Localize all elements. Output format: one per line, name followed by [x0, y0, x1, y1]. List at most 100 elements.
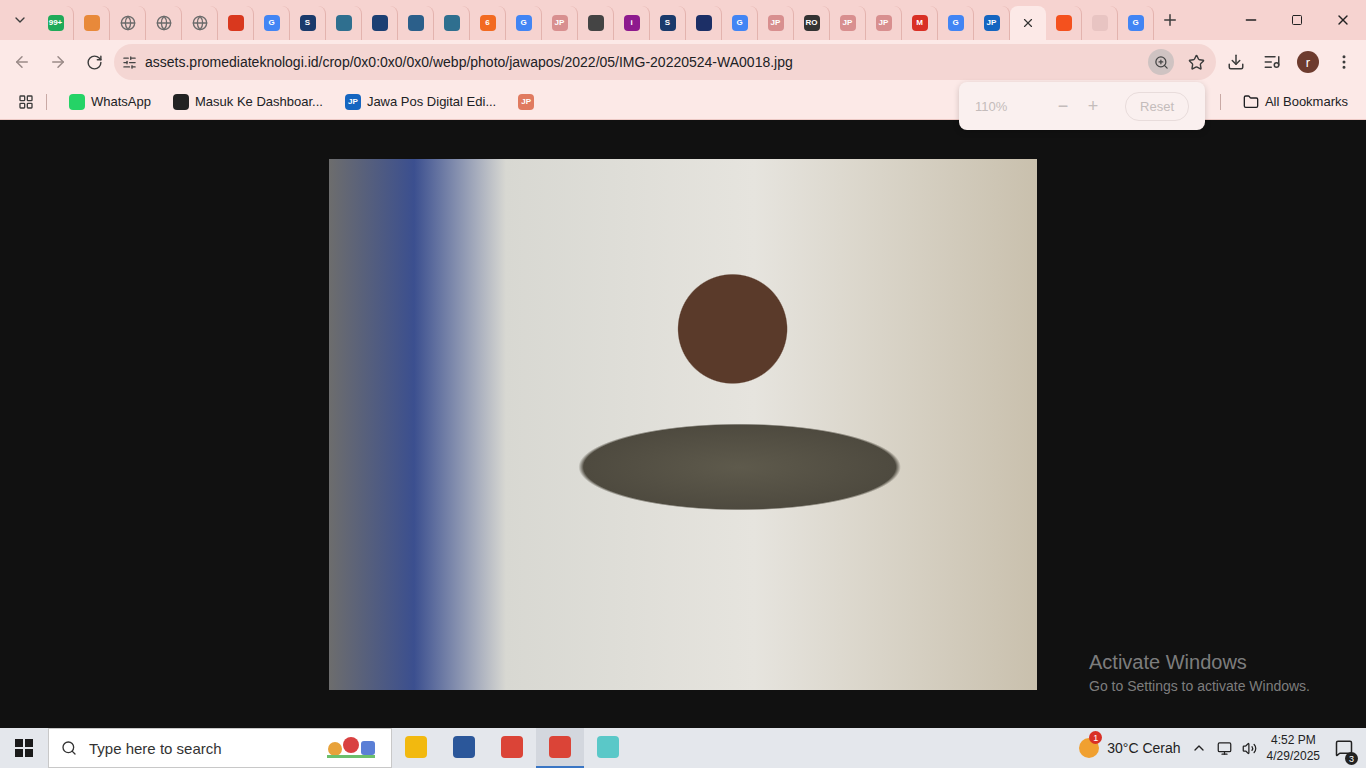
browser-tab[interactable]: JP: [866, 6, 902, 40]
reload-button[interactable]: [78, 46, 110, 78]
browser-tab[interactable]: G: [506, 6, 542, 40]
browser-tab[interactable]: [578, 6, 614, 40]
favicon-icon: 99+: [48, 15, 64, 31]
browser-tab[interactable]: [74, 6, 110, 40]
taskbar-app[interactable]: [392, 728, 440, 768]
favicon-icon: G: [264, 15, 280, 31]
browser-tab[interactable]: M: [902, 6, 938, 40]
browser-tab[interactable]: G: [722, 6, 758, 40]
site-settings-icon[interactable]: [122, 55, 137, 70]
favicon-icon: G: [732, 15, 748, 31]
bookmark-icon: [69, 94, 85, 110]
downloads-button[interactable]: [1220, 46, 1252, 78]
favicon-icon: [1092, 15, 1108, 31]
all-bookmarks[interactable]: All Bookmarks: [1235, 90, 1356, 114]
search-icon: [61, 740, 77, 756]
browser-tab[interactable]: [1010, 6, 1046, 40]
windows-logo-icon: [15, 739, 33, 757]
favicon-icon: JP: [840, 15, 856, 31]
menu-button[interactable]: [1328, 46, 1360, 78]
browser-tab[interactable]: JP: [542, 6, 578, 40]
restore-button[interactable]: [1274, 0, 1320, 40]
browser-tab[interactable]: [218, 6, 254, 40]
zoom-reset-button[interactable]: Reset: [1125, 92, 1189, 121]
taskbar-app[interactable]: [536, 728, 584, 768]
start-button[interactable]: [0, 728, 48, 768]
taskbar-app[interactable]: [488, 728, 536, 768]
browser-tab[interactable]: [182, 6, 218, 40]
close-icon: [1335, 12, 1351, 28]
browser-tab[interactable]: G: [254, 6, 290, 40]
minimize-button[interactable]: [1228, 0, 1274, 40]
browser-tab[interactable]: [110, 6, 146, 40]
browser-tab[interactable]: JP: [758, 6, 794, 40]
notification-count: 3: [1345, 752, 1358, 765]
taskbar-app[interactable]: [440, 728, 488, 768]
browser-tab[interactable]: [398, 6, 434, 40]
browser-tab[interactable]: [326, 6, 362, 40]
more-icon: [1335, 53, 1353, 71]
zoom-out-button[interactable]: −: [1053, 96, 1073, 117]
tab-search-button[interactable]: [4, 4, 36, 36]
star-icon: [1188, 54, 1205, 71]
activate-windows-watermark: Activate WindowsGo to Settings to activa…: [1089, 651, 1310, 694]
clock[interactable]: 4:52 PM4/29/2025: [1267, 732, 1320, 764]
browser-tab[interactable]: [686, 6, 722, 40]
browser-tab[interactable]: JP: [830, 6, 866, 40]
notification-button[interactable]: 3: [1330, 739, 1358, 757]
browser-tab[interactable]: G: [1118, 6, 1154, 40]
bookmark[interactable]: WhatsApp: [61, 90, 159, 114]
download-icon: [1227, 53, 1245, 71]
apps-button[interactable]: [14, 86, 38, 118]
bookmark[interactable]: JP: [510, 90, 542, 114]
close-window-button[interactable]: [1320, 0, 1366, 40]
browser-tab[interactable]: RO: [794, 6, 830, 40]
toolbar: assets.promediateknologi.id/crop/0x0:0x0…: [0, 40, 1366, 84]
network-icon[interactable]: [1217, 741, 1232, 756]
browser-tab[interactable]: [146, 6, 182, 40]
globe-icon: [192, 15, 208, 31]
back-button[interactable]: [6, 46, 38, 78]
favicon-icon: M: [912, 15, 928, 31]
browser-tab[interactable]: G: [938, 6, 974, 40]
browser-tab[interactable]: S: [650, 6, 686, 40]
browser-tab[interactable]: [362, 6, 398, 40]
favicon-icon: RO: [804, 15, 820, 31]
new-tab-button[interactable]: [1154, 4, 1186, 36]
favicon-icon: [1056, 15, 1072, 31]
close-icon[interactable]: [1021, 16, 1035, 30]
browser-tab[interactable]: 99+: [38, 6, 74, 40]
url-text[interactable]: assets.promediateknologi.id/crop/0x0:0x0…: [145, 54, 1140, 70]
browser-tab[interactable]: S: [290, 6, 326, 40]
taskbar-search[interactable]: Type here to search: [48, 728, 392, 768]
weather-badge: 1: [1089, 731, 1102, 744]
forward-button[interactable]: [42, 46, 74, 78]
weather-widget[interactable]: 130°C Cerah: [1079, 738, 1180, 758]
zoom-in-button[interactable]: +: [1083, 96, 1103, 117]
speaker-icon[interactable]: [1242, 741, 1257, 756]
bookmark[interactable]: JPJawa Pos Digital Edi...: [337, 90, 504, 114]
zoom-indicator[interactable]: [1148, 49, 1174, 75]
profile-button[interactable]: r: [1292, 46, 1324, 78]
browser-tab[interactable]: 6: [470, 6, 506, 40]
browser-tab[interactable]: [434, 6, 470, 40]
browser-tab[interactable]: i: [614, 6, 650, 40]
chevron-up-icon[interactable]: [1191, 740, 1207, 756]
taskbar-app[interactable]: [584, 728, 632, 768]
favicon-icon: [408, 15, 424, 31]
browser-tab[interactable]: JP: [974, 6, 1010, 40]
screen: 99+GS6GJPiSGJPROJPJPMGJPGassets.promedia…: [0, 0, 1366, 768]
taskbar: Type here to search 130°C Cerah 4:52 PM4/2…: [0, 728, 1366, 768]
browser-tab[interactable]: [1046, 6, 1082, 40]
bookmark[interactable]: Masuk Ke Dashboar...: [165, 90, 331, 114]
browser-tab[interactable]: [1082, 6, 1118, 40]
restore-icon: [1291, 14, 1303, 26]
bookmark-star-button[interactable]: [1182, 46, 1210, 78]
media-button[interactable]: [1256, 46, 1288, 78]
address-bar[interactable]: assets.promediateknologi.id/crop/0x0:0x0…: [114, 44, 1216, 80]
favicon-icon: [444, 15, 460, 31]
grid-icon: [18, 94, 34, 110]
avatar-icon: r: [1297, 51, 1319, 73]
globe-icon: [156, 15, 172, 31]
favicon-icon: [588, 15, 604, 31]
